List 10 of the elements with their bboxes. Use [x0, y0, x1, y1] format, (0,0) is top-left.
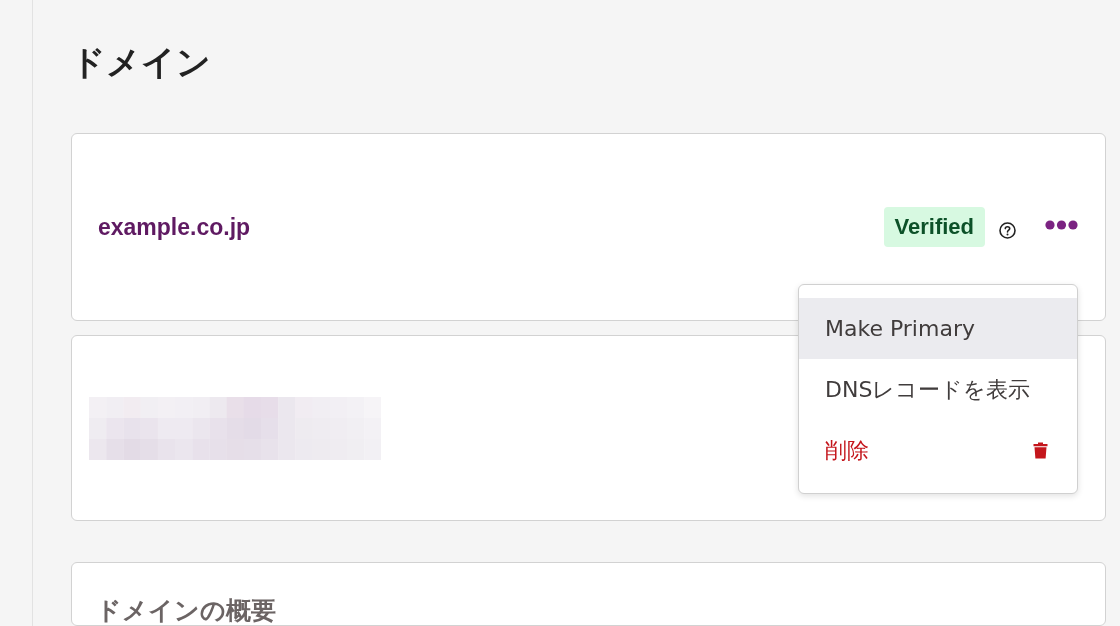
domain-name: example.co.jp [98, 213, 251, 241]
help-icon[interactable] [999, 221, 1016, 239]
trash-icon [1033, 442, 1048, 459]
verified-badge: Verified [883, 207, 985, 247]
menu-item[interactable]: Make Primary [799, 298, 1077, 359]
page-title: ドメイン [71, 42, 211, 83]
menu-item[interactable]: DNSレコードを表示 [799, 359, 1077, 420]
section-title: ドメインの概要 [96, 596, 277, 625]
menu-item[interactable]: 削除 [799, 420, 1077, 481]
more-icon[interactable] [1045, 219, 1078, 231]
